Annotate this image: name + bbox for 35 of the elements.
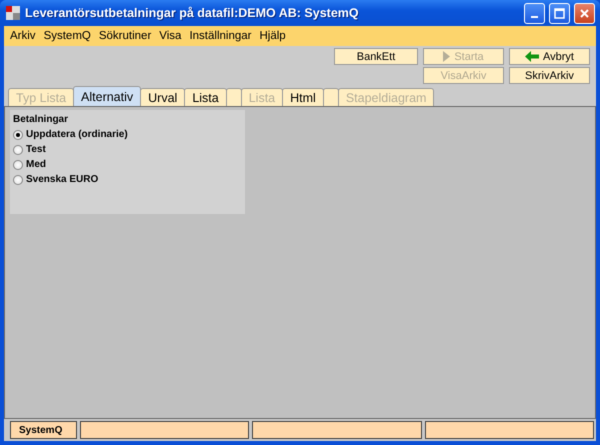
- left-arrow-icon: [525, 51, 539, 62]
- radio-label: Test: [26, 144, 46, 155]
- tab[interactable]: Alternativ: [73, 86, 142, 106]
- app-icon: [5, 5, 21, 21]
- radio-label: Med: [26, 159, 46, 170]
- close-button[interactable]: [574, 2, 595, 24]
- minimize-icon: [531, 16, 538, 18]
- window-title: Leverantörsutbetalningar på datafil:DEMO AB: SystemQ: [25, 6, 360, 20]
- maximize-button[interactable]: [549, 2, 570, 24]
- menu-item[interactable]: Arkiv: [6, 30, 40, 42]
- toolbar-button[interactable]: Avbryt: [509, 48, 590, 65]
- radio-button[interactable]: [13, 144, 23, 154]
- tab[interactable]: Lista: [184, 88, 227, 106]
- tab[interactable]: [322, 88, 339, 106]
- radio-button[interactable]: [13, 130, 23, 140]
- toolbar-button[interactable]: SkrivArkiv: [509, 67, 590, 84]
- minimize-button[interactable]: [524, 2, 545, 24]
- play-icon: [443, 51, 450, 62]
- maximize-icon: [554, 8, 565, 18]
- radio-label: Svenska EURO: [26, 174, 98, 185]
- tab[interactable]: [226, 88, 242, 106]
- tab[interactable]: Html: [282, 88, 324, 106]
- menu-item[interactable]: Hjälp: [255, 30, 290, 42]
- status-cell: SystemQ: [10, 421, 77, 439]
- close-icon: [579, 8, 590, 18]
- tab[interactable]: Urval: [140, 88, 186, 106]
- group-title: Betalningar: [13, 114, 70, 125]
- menu-item[interactable]: Inställningar: [185, 30, 256, 42]
- toolbar-button[interactable]: BankEtt: [334, 48, 418, 65]
- radio-button[interactable]: [13, 174, 23, 184]
- radio-button[interactable]: [13, 160, 23, 170]
- radio-label: Uppdatera (ordinarie): [26, 129, 128, 140]
- menu-item[interactable]: Visa: [155, 30, 186, 42]
- menu-item[interactable]: Sökrutiner: [94, 30, 156, 42]
- menu-item[interactable]: SystemQ: [40, 30, 95, 42]
